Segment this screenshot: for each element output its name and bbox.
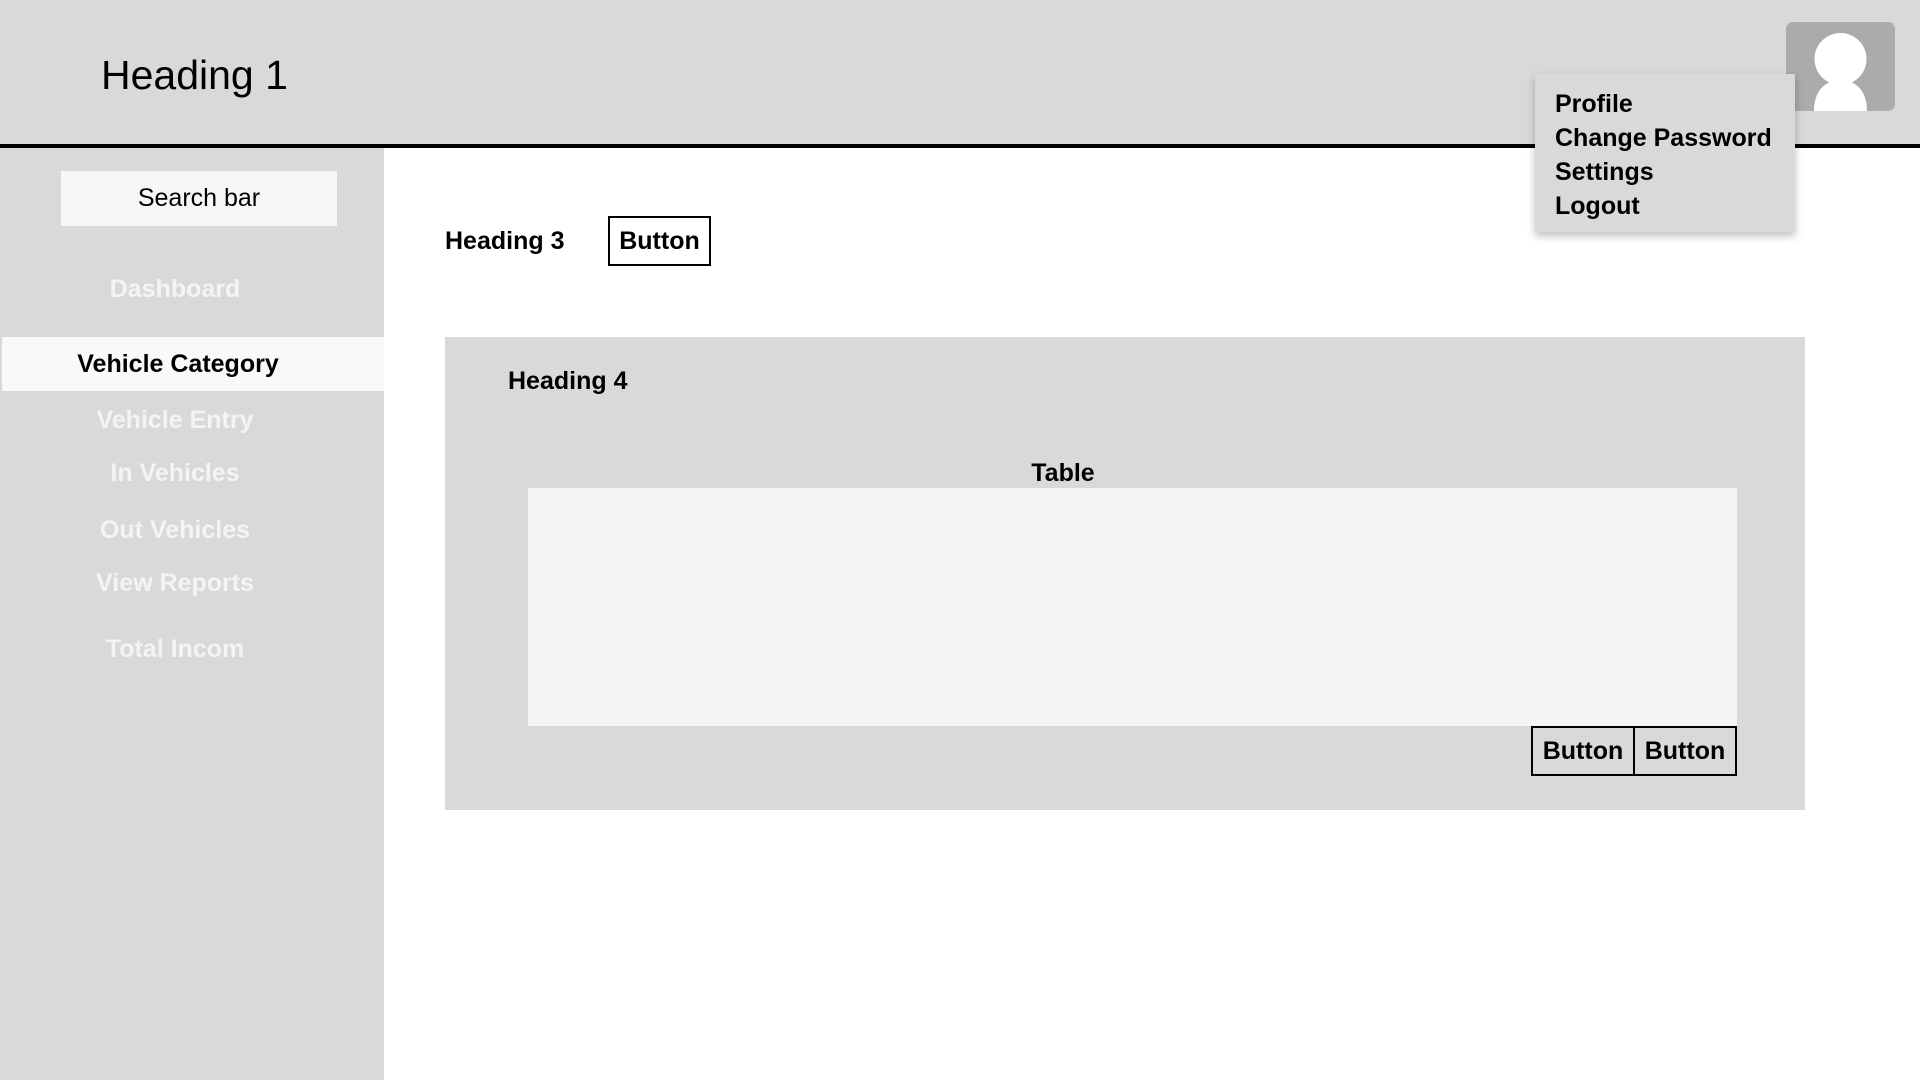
sidebar-item-total-income[interactable]: Total Incom bbox=[0, 632, 350, 666]
sidebar-item-vehicle-category[interactable]: Vehicle Category bbox=[2, 337, 384, 391]
sidebar-item-in-vehicles[interactable]: In Vehicles bbox=[0, 456, 350, 490]
menu-item-logout[interactable]: Logout bbox=[1555, 189, 1795, 223]
table-title: Table bbox=[1031, 459, 1095, 487]
table-action-button-2[interactable]: Button bbox=[1633, 726, 1737, 776]
menu-item-settings[interactable]: Settings bbox=[1555, 155, 1795, 189]
page-heading: Heading 1 bbox=[101, 52, 288, 98]
avatar-silhouette bbox=[1814, 33, 1867, 111]
sidebar: Search bar Dashboard Vehicle Category Ve… bbox=[0, 148, 384, 1080]
profile-dropdown-menu: Profile Change Password Settings Logout bbox=[1535, 74, 1795, 232]
data-table[interactable] bbox=[528, 488, 1737, 726]
search-input[interactable]: Search bar bbox=[61, 171, 337, 226]
section-heading: Heading 3 bbox=[445, 227, 565, 255]
table-action-button-1[interactable]: Button bbox=[1531, 726, 1635, 776]
menu-item-change-password[interactable]: Change Password bbox=[1555, 121, 1795, 155]
content-panel: Heading 4 Table Button Button bbox=[445, 337, 1805, 810]
sidebar-item-vehicle-entry[interactable]: Vehicle Entry bbox=[0, 403, 350, 437]
menu-item-profile[interactable]: Profile bbox=[1555, 87, 1795, 121]
sidebar-item-dashboard[interactable]: Dashboard bbox=[0, 272, 350, 306]
panel-heading: Heading 4 bbox=[508, 367, 628, 395]
user-avatar-icon[interactable] bbox=[1786, 22, 1895, 111]
sidebar-item-view-reports[interactable]: View Reports bbox=[0, 566, 350, 600]
sidebar-item-out-vehicles[interactable]: Out Vehicles bbox=[0, 513, 350, 547]
primary-action-button[interactable]: Button bbox=[608, 216, 711, 266]
